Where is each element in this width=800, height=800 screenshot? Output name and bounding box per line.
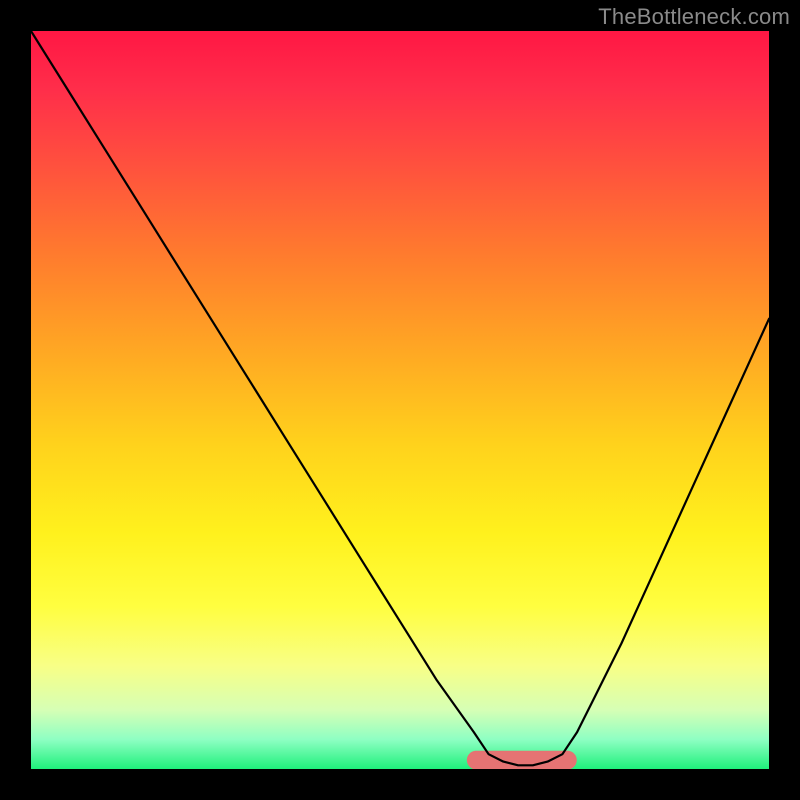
bottleneck-curve-path — [31, 31, 769, 765]
watermark-text: TheBottleneck.com — [598, 4, 790, 30]
bottleneck-curve-svg — [31, 31, 769, 769]
plot-area — [31, 31, 769, 769]
chart-frame: TheBottleneck.com — [0, 0, 800, 800]
